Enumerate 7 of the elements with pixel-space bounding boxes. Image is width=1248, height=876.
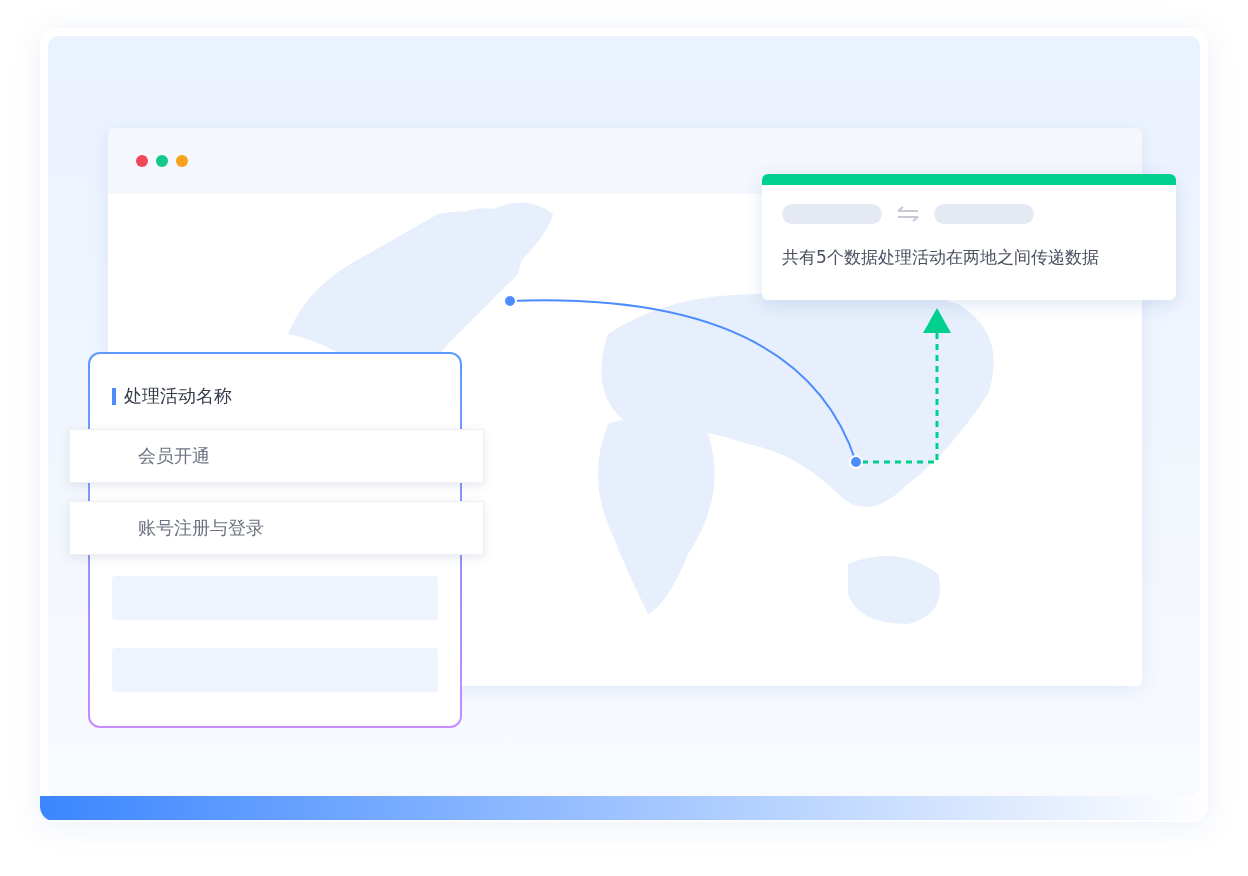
location-marker xyxy=(503,294,517,308)
activity-item[interactable]: 账号注册与登录 xyxy=(69,501,484,555)
panel-title: 处理活动名称 xyxy=(124,384,232,408)
swap-arrows-icon xyxy=(896,205,920,223)
location-marker xyxy=(849,455,863,469)
transfer-description: 共有5个数据处理活动在两地之间传递数据 xyxy=(782,246,1100,269)
activity-item[interactable]: 会员开通 xyxy=(69,429,484,483)
